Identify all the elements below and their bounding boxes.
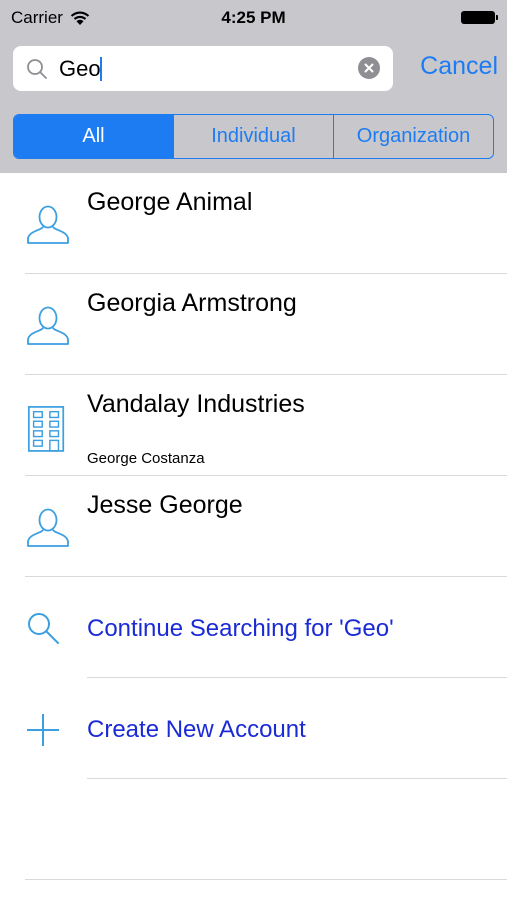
battery-icon bbox=[461, 11, 498, 24]
result-title: Vandalay Industries bbox=[87, 390, 305, 418]
continue-searching-label: Continue Searching for 'Geo' bbox=[87, 615, 394, 642]
segment-individual[interactable]: Individual bbox=[173, 115, 333, 158]
close-icon bbox=[364, 63, 374, 73]
search-input[interactable] bbox=[59, 55, 349, 83]
result-title: George Animal bbox=[87, 188, 253, 216]
clear-search-button[interactable] bbox=[358, 57, 380, 79]
search-icon bbox=[27, 59, 47, 79]
result-title: Georgia Armstrong bbox=[87, 289, 297, 317]
create-account-label: Create New Account bbox=[87, 716, 306, 743]
cancel-button[interactable]: Cancel bbox=[420, 52, 498, 81]
text-caret bbox=[100, 57, 102, 81]
segment-organization[interactable]: Organization bbox=[333, 115, 493, 158]
result-row[interactable]: Jesse George bbox=[0, 476, 507, 577]
plus-icon bbox=[27, 714, 59, 746]
person-icon bbox=[27, 508, 69, 547]
result-row[interactable]: George Animal bbox=[0, 173, 507, 274]
person-icon bbox=[27, 205, 69, 244]
result-title: Jesse George bbox=[87, 491, 243, 519]
result-row[interactable]: Vandalay Industries George Costanza bbox=[0, 375, 507, 476]
person-icon bbox=[27, 306, 69, 345]
segment-all[interactable]: All bbox=[14, 115, 173, 158]
search-row: Cancel bbox=[13, 46, 498, 91]
filter-segmented-control: All Individual Organization bbox=[13, 114, 494, 159]
building-icon bbox=[27, 406, 65, 452]
results-list: George Animal Georgia Armstrong Vandalay… bbox=[0, 173, 507, 577]
create-account-row[interactable]: Create New Account bbox=[0, 678, 507, 779]
continue-searching-row[interactable]: Continue Searching for 'Geo' bbox=[0, 577, 507, 678]
search-field[interactable] bbox=[13, 46, 393, 91]
status-time: 4:25 PM bbox=[221, 8, 286, 27]
status-bar: Carrier 4:25 PM bbox=[0, 0, 507, 36]
result-row[interactable]: Georgia Armstrong bbox=[0, 274, 507, 375]
search-header: Carrier 4:25 PM Cancel bbox=[0, 0, 507, 173]
bottom-divider bbox=[25, 879, 507, 880]
search-icon bbox=[28, 613, 59, 644]
result-subtitle: George Costanza bbox=[87, 450, 205, 467]
row-divider bbox=[87, 778, 507, 779]
